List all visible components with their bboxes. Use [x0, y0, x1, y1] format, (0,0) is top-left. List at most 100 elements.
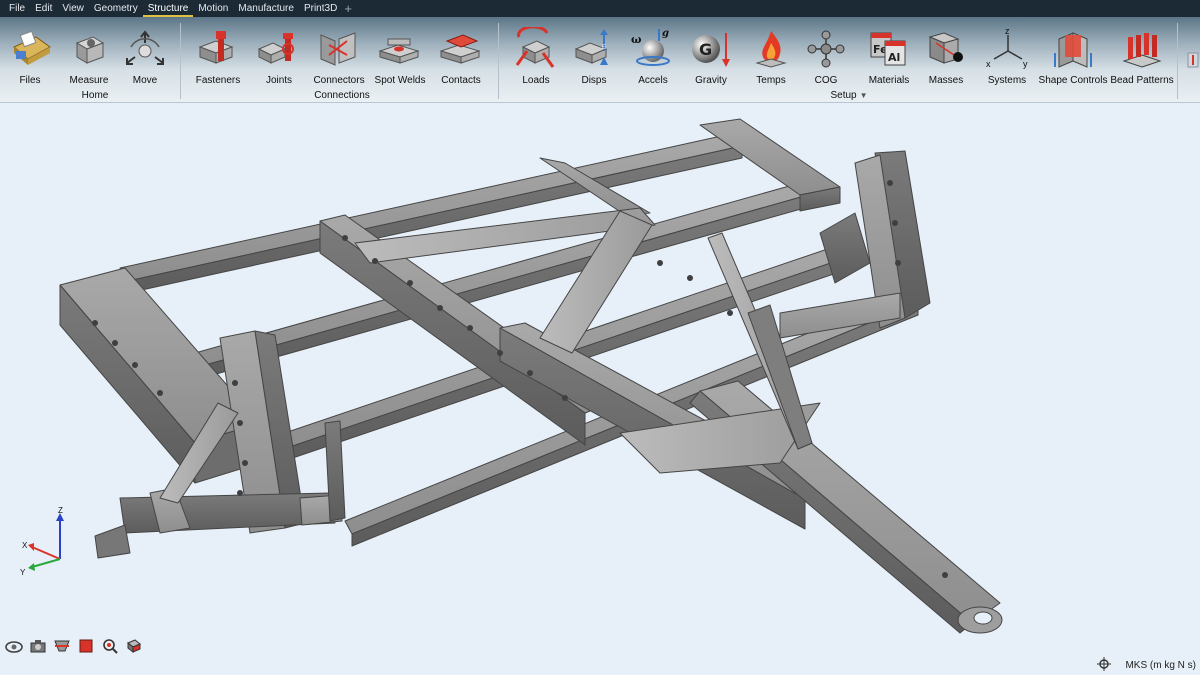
frame-model[interactable]	[0, 103, 1200, 675]
cog-button[interactable]: COG	[803, 17, 849, 97]
spot-welds-button[interactable]: Spot Welds	[374, 17, 426, 97]
disps-label: Disps	[581, 75, 607, 86]
disps-glyph: E	[602, 45, 606, 51]
masses-button[interactable]: Masses	[923, 17, 969, 97]
loads-button[interactable]: Loads	[513, 17, 559, 97]
loads-icon	[513, 27, 559, 71]
move-label: Move	[132, 75, 158, 86]
joints-button[interactable]: Joints	[256, 17, 302, 97]
contacts-label: Contacts	[441, 75, 481, 86]
status-area: MKS (m kg N s)	[1097, 655, 1200, 675]
measure-label: Measure	[69, 75, 109, 86]
materials-al-glyph: Al	[888, 51, 900, 64]
bead-patterns-icon	[1119, 27, 1165, 71]
triad-y-label: Y	[20, 568, 26, 577]
menu-print3d[interactable]: Print3D	[299, 0, 342, 17]
joints-label: Joints	[265, 75, 293, 86]
systems-button[interactable]: z x y Systems	[984, 17, 1030, 97]
spot-welds-icon	[377, 27, 423, 71]
joints-icon	[256, 27, 302, 71]
menu-manufacture[interactable]: Manufacture	[233, 0, 299, 17]
measure-icon	[66, 27, 112, 71]
systems-z-glyph: z	[1005, 27, 1010, 36]
files-label: Files	[19, 75, 41, 86]
chevron-down-icon[interactable]: ▼	[860, 91, 868, 100]
materials-button[interactable]: Fe Al Materials	[866, 17, 912, 97]
systems-y-glyph: y	[1023, 59, 1028, 69]
bead-patterns-button[interactable]: Bead Patterns	[1110, 17, 1174, 97]
axis-triad: Z X Y	[14, 506, 74, 579]
menu-edit[interactable]: Edit	[30, 0, 57, 17]
move-button[interactable]: Move	[122, 17, 168, 97]
accels-icon: ω g	[630, 27, 676, 71]
temps-icon	[748, 27, 794, 71]
disps-icon: E	[571, 27, 617, 71]
files-button[interactable]: Files	[7, 17, 53, 97]
gravity-g-glyph: G	[699, 40, 712, 59]
accels-omega-glyph: ω	[631, 33, 642, 46]
shape-controls-icon	[1050, 27, 1096, 71]
camera-icon[interactable]	[28, 636, 48, 656]
home-group-label: Home	[81, 90, 109, 101]
gravity-button[interactable]: G Gravity	[688, 17, 734, 97]
units-display[interactable]: MKS (m kg N s)	[1125, 660, 1196, 671]
masses-label: Masses	[928, 75, 964, 86]
measure-button[interactable]: Measure	[66, 17, 112, 97]
accels-button[interactable]: ω g Accels	[630, 17, 676, 97]
fasteners-button[interactable]: Fasteners	[195, 17, 241, 97]
menu-geometry[interactable]: Geometry	[89, 0, 143, 17]
menu-structure[interactable]: Structure	[142, 0, 194, 17]
ribbon-separator	[1177, 23, 1178, 99]
menu-bar: File Edit View Geometry Structure Motion…	[0, 0, 1200, 17]
connectors-icon	[316, 27, 362, 71]
menu-motion[interactable]: Motion	[193, 0, 233, 17]
spot-welds-label: Spot Welds	[374, 75, 426, 86]
files-icon	[7, 27, 53, 71]
materials-label: Materials	[868, 75, 910, 86]
triad-x-label: X	[22, 541, 28, 550]
disps-button[interactable]: E Disps	[571, 17, 617, 97]
masses-icon	[923, 27, 969, 71]
menu-view[interactable]: View	[57, 0, 89, 17]
setup-group-label[interactable]: Setup ▼	[830, 90, 867, 101]
connectors-label: Connectors	[313, 75, 365, 86]
ribbon-overflow-icon[interactable]	[1186, 51, 1200, 69]
contacts-icon	[438, 27, 484, 71]
contacts-button[interactable]: Contacts	[438, 17, 484, 97]
ribbon: Files Measure Move Home Fasteners Joints…	[0, 17, 1200, 103]
fasteners-icon	[195, 27, 241, 71]
fit-view-icon[interactable]	[76, 636, 96, 656]
menu-file[interactable]: File	[4, 0, 30, 17]
ribbon-separator	[180, 23, 181, 99]
view-toolbar	[4, 636, 144, 656]
shape-controls-label: Shape Controls	[1038, 75, 1108, 86]
systems-icon: z x y	[984, 27, 1030, 71]
rotate-view-icon[interactable]	[4, 636, 24, 656]
bead-patterns-label: Bead Patterns	[1110, 75, 1174, 86]
fasteners-label: Fasteners	[195, 75, 241, 86]
connectors-button[interactable]: Connectors	[313, 17, 365, 97]
gravity-icon: G	[688, 27, 734, 71]
ribbon-separator	[498, 23, 499, 99]
model-viewport[interactable]: Z X Y MKS (m kg N s)	[0, 103, 1200, 675]
move-icon	[122, 27, 168, 71]
accels-label: Accels	[638, 75, 668, 86]
cog-icon	[803, 27, 849, 71]
cog-label: COG	[814, 75, 838, 86]
temps-button[interactable]: Temps	[748, 17, 794, 97]
connections-group-label: Connections	[314, 90, 370, 101]
triad-z-label: Z	[58, 507, 63, 515]
display-mode-icon[interactable]	[124, 636, 144, 656]
materials-icon: Fe Al	[866, 27, 912, 71]
section-view-icon[interactable]	[52, 636, 72, 656]
shape-controls-button[interactable]: Shape Controls	[1039, 17, 1107, 97]
temps-label: Temps	[756, 75, 786, 86]
setup-group-label-text: Setup	[830, 90, 857, 101]
gravity-label: Gravity	[695, 75, 727, 86]
add-tab-icon[interactable]: +	[342, 0, 352, 17]
crosshair-icon[interactable]	[1097, 656, 1112, 674]
zoom-icon[interactable]	[100, 636, 120, 656]
accels-g-glyph: g	[662, 28, 669, 39]
systems-label: Systems	[987, 75, 1027, 86]
loads-label: Loads	[522, 75, 550, 86]
